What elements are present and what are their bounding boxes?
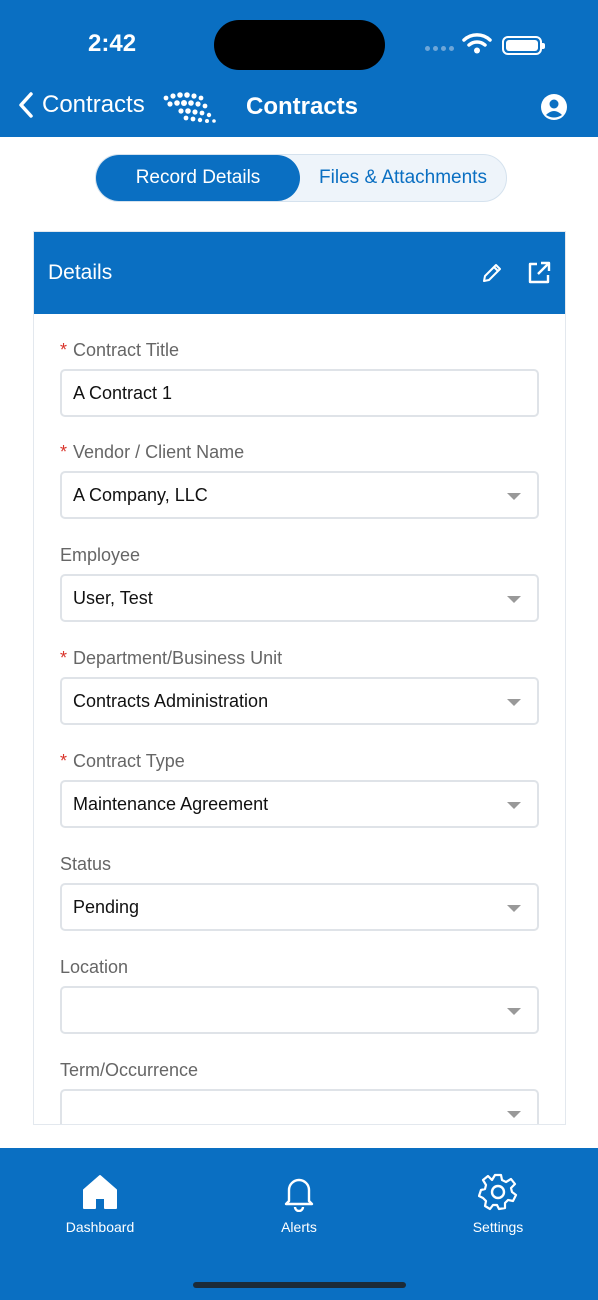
term-occurrence-select[interactable] xyxy=(60,1089,539,1124)
home-indicator xyxy=(193,1282,406,1288)
contract-type-value: Maintenance Agreement xyxy=(73,794,269,814)
employee-value: User, Test xyxy=(73,588,153,608)
tab-files-attachments[interactable]: Files & Attachments xyxy=(300,155,506,201)
chevron-down-icon xyxy=(507,493,521,500)
page-title: Contracts xyxy=(246,93,359,120)
required-marker: * xyxy=(60,442,68,462)
contract-title-label: * Contract Title xyxy=(60,340,180,360)
company-logo xyxy=(163,92,216,123)
app-header: 2:42 Contracts Contracts xyxy=(0,0,598,137)
status-time: 2:42 xyxy=(88,30,137,57)
vendor-client-select[interactable]: A Company, LLC xyxy=(60,471,539,519)
contract-type-select[interactable]: Maintenance Agreement xyxy=(60,780,539,828)
details-title: Details xyxy=(48,261,113,284)
vendor-client-label: * Vendor / Client Name xyxy=(60,442,245,462)
back-button[interactable]: Contracts xyxy=(16,90,145,120)
department-label: * Department/Business Unit xyxy=(60,648,283,668)
required-marker: * xyxy=(60,648,68,668)
chevron-down-icon xyxy=(507,802,521,809)
tab-alerts[interactable]: Alerts xyxy=(239,1172,359,1235)
external-link-icon[interactable] xyxy=(526,260,552,286)
segmented-control: Record Details Files & Attachments xyxy=(95,154,507,202)
details-card-header: Details xyxy=(34,232,565,314)
chevron-down-icon xyxy=(507,699,521,706)
chevron-left-icon xyxy=(19,92,33,118)
chevron-down-icon xyxy=(507,596,521,603)
term-occurrence-label: Term/Occurrence xyxy=(60,1060,199,1080)
chevron-down-icon xyxy=(507,905,521,912)
tab-alerts-label: Alerts xyxy=(281,1219,317,1235)
tab-dashboard-label: Dashboard xyxy=(65,1219,135,1235)
department-select[interactable]: Contracts Administration xyxy=(60,677,539,725)
signal-icon xyxy=(425,46,454,51)
contract-type-label: * Contract Type xyxy=(60,751,185,771)
employee-label: Employee xyxy=(60,545,141,565)
home-icon xyxy=(83,1175,117,1209)
details-card: Details * Contract Title A Contract 1 * Ve… xyxy=(33,231,566,1125)
location-select[interactable] xyxy=(60,986,539,1034)
bell-icon xyxy=(284,1178,314,1213)
user-avatar-icon[interactable] xyxy=(540,93,568,121)
wifi-icon xyxy=(462,33,492,54)
back-label: Contracts xyxy=(42,91,145,118)
battery-icon xyxy=(502,36,545,55)
contract-title-input[interactable]: A Contract 1 xyxy=(60,369,539,417)
status-select[interactable]: Pending xyxy=(60,883,539,931)
chevron-down-icon xyxy=(507,1008,521,1015)
required-marker: * xyxy=(60,340,68,360)
tab-dashboard[interactable]: Dashboard xyxy=(40,1172,160,1235)
gear-icon xyxy=(477,1173,518,1211)
bottom-tab-bar: Dashboard Alerts Settings xyxy=(0,1148,598,1300)
tab-record-details[interactable]: Record Details xyxy=(96,155,300,201)
chevron-down-icon xyxy=(507,1111,521,1118)
department-value: Contracts Administration xyxy=(73,691,269,711)
required-marker: * xyxy=(60,751,68,771)
employee-select[interactable]: User, Test xyxy=(60,574,539,622)
location-label: Location xyxy=(60,957,129,977)
status-label: Status xyxy=(60,854,112,874)
dynamic-island xyxy=(214,20,385,70)
tab-settings[interactable]: Settings xyxy=(438,1172,558,1235)
tab-settings-label: Settings xyxy=(472,1219,524,1235)
status-value: Pending xyxy=(73,897,140,917)
contract-title-value: A Contract 1 xyxy=(73,383,173,403)
pencil-icon[interactable] xyxy=(480,261,504,285)
vendor-client-value: A Company, LLC xyxy=(73,485,208,505)
